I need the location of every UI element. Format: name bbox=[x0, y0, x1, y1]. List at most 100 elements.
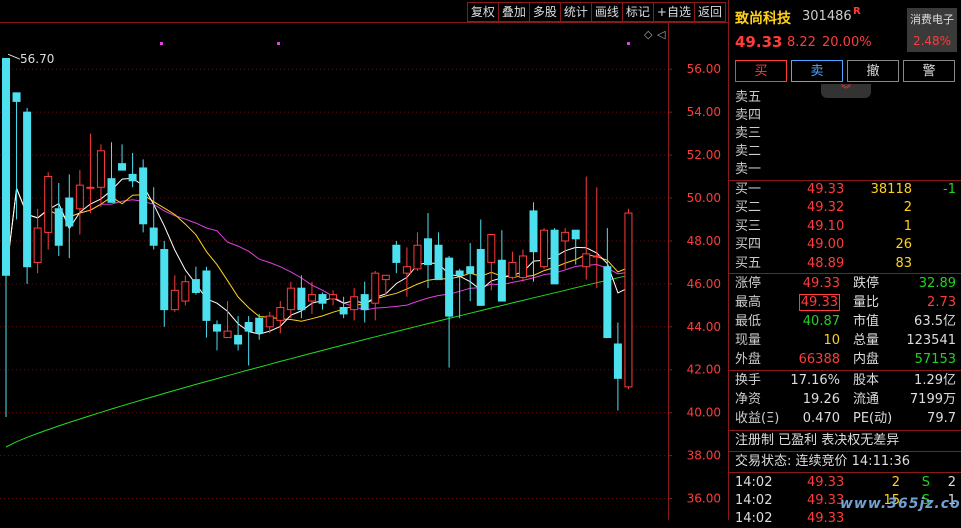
candle[interactable] bbox=[424, 213, 432, 289]
sell-level-row[interactable]: 卖五 bbox=[729, 89, 961, 107]
last-vol-value: 10 bbox=[823, 333, 840, 348]
candle[interactable] bbox=[139, 159, 148, 233]
stock-code: 301486 bbox=[802, 9, 852, 24]
candle[interactable] bbox=[613, 322, 622, 411]
candle[interactable] bbox=[392, 240, 401, 274]
buy-level-row[interactable]: 买一 49.33 38118 -1 bbox=[729, 181, 961, 199]
buy-level-label: 买三 bbox=[735, 218, 762, 234]
sell-level-row[interactable]: 卖四 bbox=[729, 107, 961, 125]
candle[interactable] bbox=[518, 249, 527, 282]
status-row: 交易状态: 连续竞价 14:11:36 bbox=[729, 453, 961, 471]
candle[interactable] bbox=[149, 187, 158, 250]
toolbar-tab[interactable]: 多股 bbox=[528, 2, 560, 22]
alert-button[interactable]: 警 bbox=[903, 60, 955, 82]
mkt-cap-value: 63.5亿 bbox=[914, 314, 956, 329]
toolbar-tab[interactable]: 叠加 bbox=[497, 2, 529, 22]
candle[interactable] bbox=[12, 92, 21, 220]
sell-button[interactable]: 卖 bbox=[791, 60, 843, 82]
candle[interactable] bbox=[75, 170, 84, 235]
y-tick-label: 36.00 bbox=[687, 492, 721, 506]
buy-level-row[interactable]: 买四 49.00 26 bbox=[729, 236, 961, 254]
buy-level-row[interactable]: 买二 49.32 2 bbox=[729, 199, 961, 217]
candle[interactable] bbox=[276, 301, 285, 334]
candle[interactable] bbox=[603, 228, 612, 339]
candle[interactable] bbox=[286, 281, 295, 319]
candle[interactable] bbox=[44, 172, 53, 250]
toolbar-tab[interactable]: 复权 bbox=[466, 2, 498, 22]
sector-box[interactable]: 消费电子 2.48% bbox=[907, 8, 957, 52]
candle[interactable] bbox=[65, 174, 74, 259]
kline-chart[interactable]: 56.00 54.00 52.00 50.00 48.00 46.00 44.00 42.00… bbox=[0, 22, 728, 520]
candle[interactable] bbox=[107, 142, 116, 203]
candle[interactable] bbox=[540, 228, 549, 269]
candle[interactable] bbox=[592, 187, 601, 289]
toolbar-tab[interactable]: 统计 bbox=[559, 2, 591, 22]
buy-level-row[interactable]: 买三 49.10 1 bbox=[729, 218, 961, 236]
sell-level-row[interactable]: 卖三 bbox=[729, 125, 961, 143]
sell-level-row[interactable]: 卖一 bbox=[729, 161, 961, 179]
tick-row: 14:02 49.33 bbox=[729, 510, 961, 528]
buy-level-volume: 1 bbox=[903, 218, 912, 234]
candle[interactable] bbox=[318, 292, 327, 310]
candle-body bbox=[540, 229, 549, 268]
candle[interactable] bbox=[33, 208, 42, 274]
sell-level-row[interactable]: 卖二 bbox=[729, 143, 961, 161]
candle[interactable] bbox=[508, 251, 517, 280]
candle[interactable] bbox=[191, 266, 200, 295]
candle[interactable] bbox=[160, 240, 169, 327]
candle[interactable] bbox=[487, 234, 496, 291]
divider bbox=[729, 370, 961, 371]
candle[interactable] bbox=[360, 281, 369, 323]
candle[interactable] bbox=[213, 320, 221, 351]
candle[interactable] bbox=[339, 296, 348, 319]
candle-body bbox=[307, 294, 316, 302]
candle[interactable] bbox=[223, 301, 232, 339]
sell-level-label: 卖五 bbox=[735, 90, 762, 105]
candle-body bbox=[244, 322, 253, 332]
stock-tags: 注册制 已盈利 表决权无差异 bbox=[735, 433, 900, 448]
candle[interactable] bbox=[2, 57, 10, 417]
candle[interactable] bbox=[371, 271, 380, 321]
tick-time: 14:02 bbox=[735, 475, 773, 490]
candle[interactable] bbox=[54, 182, 63, 256]
candle[interactable] bbox=[23, 107, 32, 284]
kline-chart-area[interactable]: 56.00 54.00 52.00 50.00 48.00 46.00 44.00 42.00… bbox=[0, 22, 728, 520]
candle[interactable] bbox=[128, 152, 137, 188]
toolbar-tab[interactable]: 画线 bbox=[590, 2, 622, 22]
candle[interactable] bbox=[329, 290, 338, 306]
candle[interactable] bbox=[434, 232, 443, 281]
candle[interactable] bbox=[582, 176, 591, 280]
tick-count: 2 bbox=[947, 475, 956, 490]
candle[interactable] bbox=[445, 255, 454, 368]
candle[interactable] bbox=[255, 313, 264, 340]
low-value: 40.87 bbox=[802, 314, 840, 329]
stock-name[interactable]: 致尚科技 bbox=[735, 8, 791, 28]
toolbar-tab[interactable]: +自选 bbox=[652, 2, 694, 22]
candle[interactable] bbox=[476, 219, 485, 306]
candle[interactable] bbox=[86, 133, 95, 214]
candle-body bbox=[118, 163, 127, 171]
candle-body bbox=[508, 261, 517, 278]
candle[interactable] bbox=[466, 243, 475, 302]
candle[interactable] bbox=[181, 275, 190, 306]
candle[interactable] bbox=[402, 247, 411, 297]
buy-level-row[interactable]: 买五 48.89 83 bbox=[729, 255, 961, 273]
buy-button[interactable]: 买 bbox=[735, 60, 787, 82]
cancel-order-button[interactable]: 撤 bbox=[847, 60, 899, 82]
candle[interactable] bbox=[624, 208, 633, 390]
candle[interactable] bbox=[244, 316, 253, 366]
candle[interactable] bbox=[118, 144, 127, 171]
divider bbox=[729, 451, 961, 452]
toolbar-tab[interactable]: 返回 bbox=[693, 2, 726, 22]
toolbar-tab[interactable]: 标记 bbox=[621, 2, 653, 22]
candle[interactable] bbox=[529, 202, 538, 282]
candle[interactable] bbox=[350, 288, 359, 321]
tick-price: 49.33 bbox=[807, 475, 845, 490]
candle[interactable] bbox=[170, 275, 179, 312]
tick-price: 49.33 bbox=[807, 493, 845, 508]
candle-body bbox=[329, 294, 338, 300]
candle[interactable] bbox=[550, 228, 559, 285]
candle-body bbox=[44, 176, 53, 233]
candle[interactable] bbox=[413, 232, 422, 271]
limit-down-value: 32.89 bbox=[918, 276, 956, 291]
